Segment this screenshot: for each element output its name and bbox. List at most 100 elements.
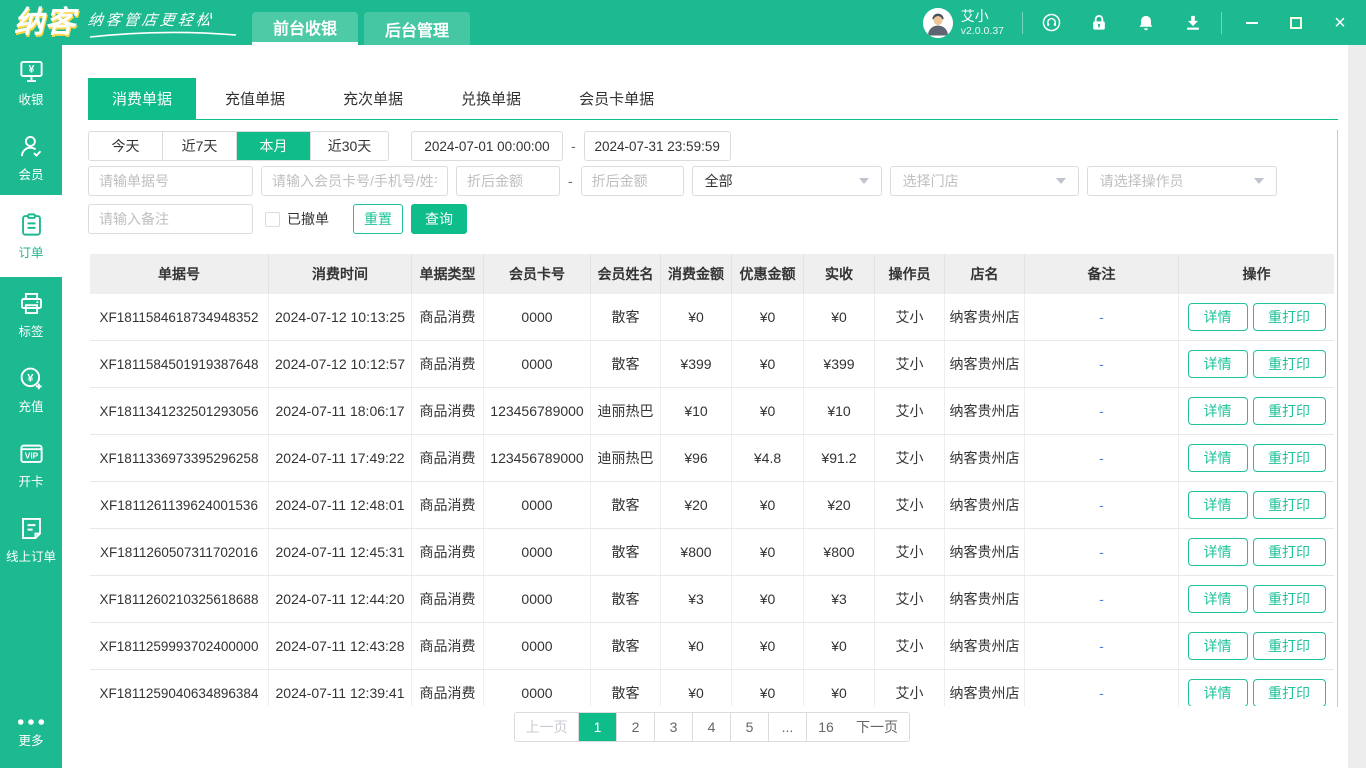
reprint-button[interactable]: 重打印 — [1252, 538, 1326, 566]
page-ellipsis[interactable]: ... — [769, 713, 807, 741]
download-icon[interactable] — [1182, 12, 1203, 33]
sidebar-item-more[interactable]: 更多 — [0, 704, 62, 762]
detail-button[interactable]: 详情 — [1187, 303, 1248, 331]
cell-card_no: 0000 — [484, 670, 591, 706]
revoked-checkbox[interactable] — [265, 211, 280, 227]
bell-icon[interactable] — [1135, 12, 1156, 33]
cell-time: 2024-07-11 12:48:01 — [269, 482, 412, 528]
cell-actions: 详情 重打印 — [1179, 529, 1334, 575]
sidebar-item-label: 标签 — [18, 324, 44, 339]
detail-button[interactable]: 详情 — [1187, 491, 1248, 519]
lock-icon[interactable] — [1088, 12, 1109, 33]
cell-actions: 详情 重打印 — [1179, 482, 1334, 528]
minimize-button[interactable] — [1244, 15, 1260, 31]
page-button-16[interactable]: 16 — [807, 713, 845, 741]
avatar[interactable] — [922, 7, 953, 38]
cell-operator: 艾小 — [875, 670, 945, 706]
member-search-input[interactable] — [261, 166, 448, 196]
detail-button[interactable]: 详情 — [1187, 444, 1248, 472]
range-30days-button[interactable]: 近30天 — [311, 132, 388, 160]
date-end-input[interactable] — [583, 131, 731, 161]
cell-order_no: XF1811584618734948352 — [90, 294, 269, 340]
sidebar-item-cashier[interactable]: ¥ 收银 — [0, 45, 62, 120]
cell-remark: - — [1025, 294, 1179, 340]
sidebar-item-orders[interactable]: 订单 — [0, 195, 62, 277]
filter-row-actions: 已撤单 重置 查询 — [88, 204, 1340, 234]
topnav-front-cashier[interactable]: 前台收银 — [252, 12, 359, 45]
page-button-2[interactable]: 2 — [617, 713, 655, 741]
sidebar-item-recharge[interactable]: ¥ 充值 — [0, 352, 62, 427]
scrollbar[interactable] — [1337, 130, 1338, 707]
tab-punch-orders[interactable]: 充次单据 — [314, 78, 432, 119]
type-select[interactable]: 全部 — [691, 166, 882, 196]
cell-type: 商品消费 — [412, 576, 484, 622]
page-button-1[interactable]: 1 — [579, 713, 617, 741]
tab-exchange-orders[interactable]: 兑换单据 — [432, 78, 550, 119]
reset-button[interactable]: 重置 — [353, 204, 403, 234]
page-button-4[interactable]: 4 — [693, 713, 731, 741]
topbar-icons — [1041, 12, 1203, 33]
reprint-button[interactable]: 重打印 — [1252, 632, 1326, 660]
orders-table: 单据号 消费时间 单据类型 会员卡号 会员姓名 消费金额 优惠金额 实收 操作员 店名 备注 操作 X… — [90, 254, 1334, 706]
sidebar-item-label: 会员 — [18, 167, 44, 182]
cell-time: 2024-07-11 17:49:22 — [269, 435, 412, 481]
maximize-button[interactable] — [1288, 15, 1304, 31]
cell-member: 散客 — [591, 576, 661, 622]
sidebar-item-members[interactable]: 会员 — [0, 120, 62, 195]
search-button[interactable]: 查询 — [411, 204, 467, 234]
detail-button[interactable]: 详情 — [1187, 632, 1248, 660]
reprint-button[interactable]: 重打印 — [1252, 350, 1326, 378]
cell-paid: ¥399 — [804, 341, 875, 387]
order-no-input[interactable] — [88, 166, 253, 196]
reprint-button[interactable]: 重打印 — [1252, 444, 1326, 472]
cell-actions: 详情 重打印 — [1179, 388, 1334, 434]
detail-button[interactable]: 详情 — [1187, 538, 1248, 566]
topnav-backend-admin[interactable]: 后台管理 — [364, 12, 471, 45]
table-body: XF1811584618734948352 2024-07-12 10:13:25… — [90, 294, 1334, 706]
table-row: XF1811260210325618688 2024-07-11 12:44:20… — [90, 576, 1334, 623]
cell-time: 2024-07-11 18:06:17 — [269, 388, 412, 434]
tab-consume-orders[interactable]: 消费单据 — [88, 78, 197, 119]
range-this-month-button[interactable]: 本月 — [237, 132, 311, 160]
tab-recharge-orders[interactable]: 充值单据 — [196, 78, 314, 119]
cell-type: 商品消费 — [412, 388, 484, 434]
reprint-button[interactable]: 重打印 — [1252, 397, 1326, 425]
store-select[interactable]: 选择门店 — [889, 166, 1079, 196]
date-start-input[interactable] — [411, 131, 563, 161]
cell-amount: ¥0 — [661, 294, 732, 340]
next-page-button[interactable]: 下一页 — [845, 713, 909, 741]
cell-time: 2024-07-12 10:13:25 — [269, 294, 412, 340]
tab-member-card-orders[interactable]: 会员卡单据 — [550, 78, 683, 119]
range-today-button[interactable]: 今天 — [89, 132, 163, 160]
page-button-3[interactable]: 3 — [655, 713, 693, 741]
amount-min-input[interactable] — [456, 166, 560, 196]
prev-page-button[interactable]: 上一页 — [515, 713, 579, 741]
reprint-button[interactable]: 重打印 — [1252, 679, 1326, 706]
sidebar-item-open-card[interactable]: VIP 开卡 — [0, 427, 62, 502]
amount-max-input[interactable] — [580, 166, 684, 196]
detail-button[interactable]: 详情 — [1187, 585, 1248, 613]
cell-discount: ¥0 — [732, 341, 804, 387]
column-header: 会员姓名 — [591, 254, 661, 294]
cell-actions: 详情 重打印 — [1179, 670, 1334, 706]
operator-select[interactable]: 请选择操作员 — [1086, 166, 1277, 196]
chevron-down-icon — [1253, 178, 1264, 184]
sidebar-item-online-orders[interactable]: 线上订单 — [0, 502, 62, 577]
customer-service-icon[interactable] — [1041, 12, 1062, 33]
cell-discount: ¥0 — [732, 482, 804, 528]
sidebar-item-labels[interactable]: 标签 — [0, 277, 62, 352]
page-button-5[interactable]: 5 — [731, 713, 769, 741]
pagination-pages: 1 2 3 4 5... 16 — [579, 713, 845, 741]
cell-amount: ¥399 — [661, 341, 732, 387]
detail-button[interactable]: 详情 — [1187, 350, 1248, 378]
sidebar-item-label: 充值 — [18, 399, 44, 414]
detail-button[interactable]: 详情 — [1187, 679, 1248, 706]
range-7days-button[interactable]: 近7天 — [163, 132, 237, 160]
reprint-button[interactable]: 重打印 — [1252, 491, 1326, 519]
remark-input[interactable] — [88, 204, 253, 234]
reprint-button[interactable]: 重打印 — [1252, 585, 1326, 613]
detail-button[interactable]: 详情 — [1187, 397, 1248, 425]
cell-paid: ¥3 — [804, 576, 875, 622]
reprint-button[interactable]: 重打印 — [1252, 303, 1326, 331]
close-button[interactable]: × — [1332, 13, 1348, 33]
